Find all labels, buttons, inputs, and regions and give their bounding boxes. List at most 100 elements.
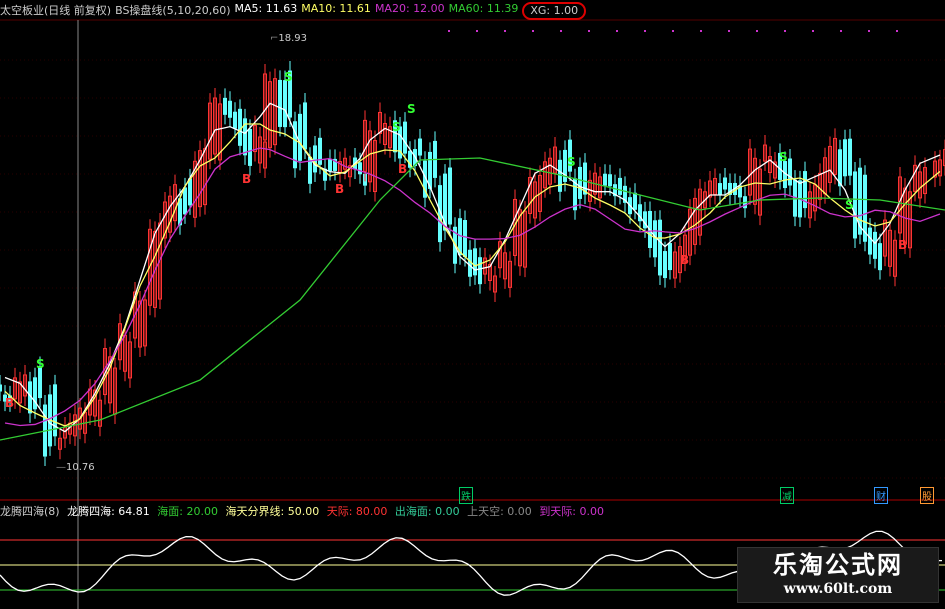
watermark-url: www.60lt.com — [783, 581, 893, 597]
main-value: 龙腾四海: 64.81 — [67, 505, 150, 518]
candle-body — [328, 159, 332, 172]
marker-dot — [756, 30, 758, 32]
chuhaimian-value: 出海面: 0.00 — [394, 505, 460, 518]
high-price-text: 18.93 — [278, 33, 308, 44]
haimian-value: 海面: 20.00 — [157, 505, 218, 518]
candle-body — [723, 177, 727, 190]
candle-body — [403, 121, 407, 154]
ma5-value: MA5: 11.63 — [234, 2, 298, 15]
candle-body — [313, 145, 317, 173]
candle-body — [873, 231, 877, 259]
sell-signal: S — [845, 198, 854, 212]
ma5-line — [4, 102, 941, 433]
candle-body — [428, 151, 432, 189]
marker-dot — [700, 30, 702, 32]
event-tag-die[interactable]: 跌 — [459, 487, 473, 504]
sell-signal: S — [392, 120, 401, 134]
candle-body — [248, 128, 252, 166]
candle-body — [228, 100, 232, 118]
candle-body — [633, 192, 637, 210]
candle-body — [298, 113, 302, 161]
candle-body — [418, 138, 422, 156]
sell-signal: S — [36, 357, 45, 371]
candle-body — [653, 220, 657, 258]
candle-body — [238, 108, 242, 146]
candle-body — [463, 220, 467, 258]
buy-signal: B — [898, 238, 908, 252]
event-tag-cai[interactable]: 财 — [874, 487, 888, 504]
marker-dot — [868, 30, 870, 32]
candle-body — [223, 97, 227, 115]
daotianjie-value: 到天际: 0.00 — [539, 505, 605, 518]
candle-body — [478, 257, 482, 285]
candle-body — [663, 251, 667, 279]
candle-body — [278, 79, 282, 127]
candle-body — [468, 249, 472, 277]
candle-body — [188, 178, 192, 206]
sub-indicator-bar: 龙腾四海(8) 龙腾四海: 64.81 海面: 20.00 海天分界线: 50.… — [0, 503, 608, 519]
candle-body — [853, 171, 857, 239]
shangtiankong-value: 上天空: 0.00 — [467, 505, 532, 518]
sell-signal: S — [779, 150, 788, 164]
ma20-value: MA20: 12.00 — [374, 2, 445, 15]
candle-body — [183, 187, 187, 215]
candle-body — [608, 174, 612, 187]
candle-body — [878, 243, 882, 271]
buy-signal: B — [398, 162, 408, 176]
header-bar: 太空板业(日线 前复权) BS操盘线(5,10,20,60) MA5: 11.6… — [0, 2, 590, 20]
fenjie-value: 海天分界线: 50.00 — [225, 505, 320, 518]
candle-body — [448, 167, 452, 225]
sell-signal: S — [567, 155, 576, 169]
watermark-title: 乐淘公式网 — [773, 550, 903, 579]
sell-signal: S — [407, 102, 416, 116]
indicator-name[interactable]: BS操盘线(5,10,20,60) — [115, 2, 230, 20]
candle-body — [668, 243, 672, 271]
marker-dot — [476, 30, 478, 32]
candle-body — [868, 227, 872, 255]
candle-body — [0, 384, 2, 392]
event-tag-jian[interactable]: 减 — [780, 487, 794, 504]
candle-body — [38, 366, 42, 399]
marker-dot — [728, 30, 730, 32]
high-price-label: ⌐18.93 — [270, 33, 308, 44]
low-price-label: —10.76 — [56, 462, 95, 473]
candle-body — [283, 80, 287, 128]
candle-body — [838, 149, 842, 187]
marker-dot — [784, 30, 786, 32]
marker-dot — [644, 30, 646, 32]
marker-dot — [896, 30, 898, 32]
ma10-value: MA10: 11.61 — [301, 2, 371, 15]
candle-body — [578, 166, 582, 199]
tianjie-value: 天际: 80.00 — [326, 505, 388, 518]
candle-body — [603, 173, 607, 186]
sell-signal: S — [284, 70, 293, 84]
stock-name[interactable]: 太空板业(日线 前复权) — [0, 2, 111, 20]
marker-dot — [616, 30, 618, 32]
candle-body — [233, 111, 237, 129]
candle-body — [848, 138, 852, 176]
xg-value: XG: 1.00 — [522, 2, 587, 20]
candle-body — [843, 139, 847, 177]
ma60-value: MA60: 11.39 — [448, 2, 519, 15]
marker-dot — [840, 30, 842, 32]
candle-body — [583, 162, 587, 195]
watermark: 乐淘公式网 www.60lt.com — [737, 547, 939, 603]
buy-signal: B — [5, 396, 15, 410]
candle-body — [718, 183, 722, 196]
marker-dot — [448, 30, 450, 32]
event-tag-gu[interactable]: 股 — [920, 487, 934, 504]
marker-dot — [672, 30, 674, 32]
marker-dot — [504, 30, 506, 32]
marker-dot — [588, 30, 590, 32]
candle-body — [788, 158, 792, 186]
candle-body — [473, 248, 477, 276]
sub-indicator-name[interactable]: 龙腾四海(8) — [0, 505, 60, 518]
low-price-text: 10.76 — [66, 462, 95, 473]
buy-signal: B — [335, 182, 345, 196]
candle-body — [618, 177, 622, 195]
marker-dot — [560, 30, 562, 32]
candle-body — [658, 248, 662, 276]
buy-signal: B — [242, 172, 252, 186]
ma10-line — [4, 123, 941, 427]
buy-signal: B — [680, 253, 690, 267]
